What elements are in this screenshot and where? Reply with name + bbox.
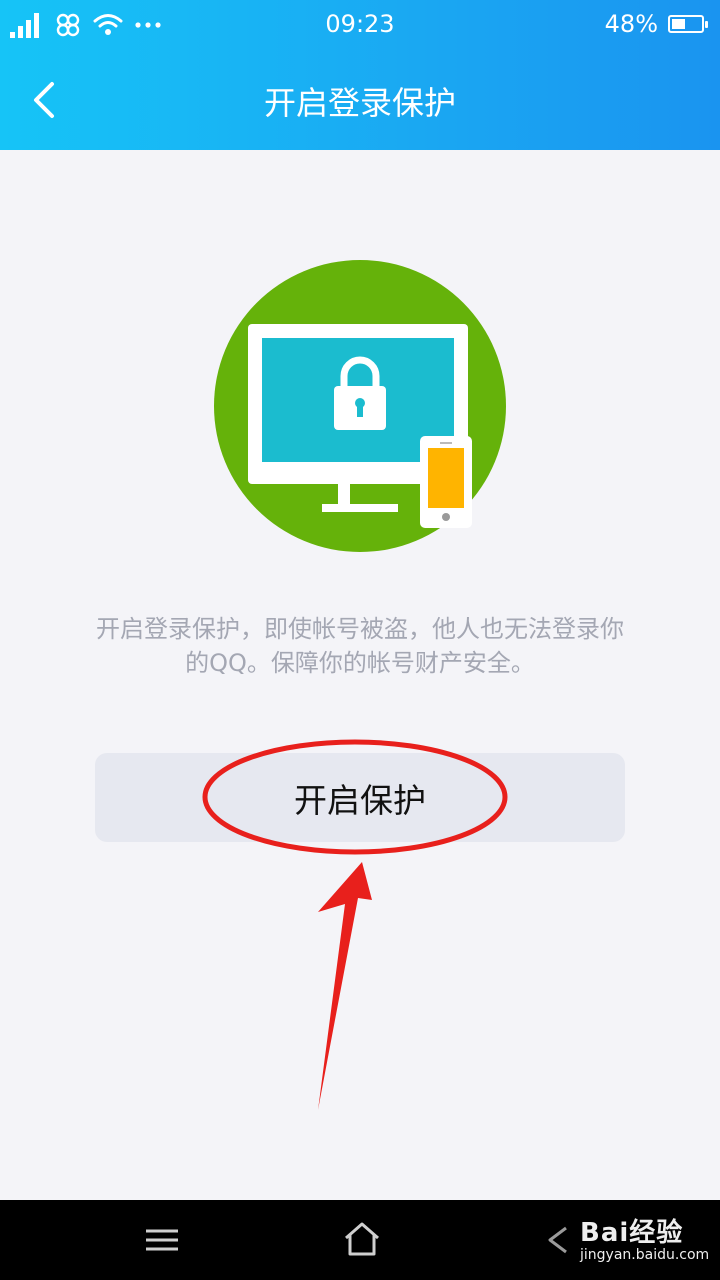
- battery-icon: [668, 15, 708, 33]
- monitor-lock-phone-icon: [214, 260, 506, 552]
- system-nav-bar: Bai经验 jingyan.baidu.com: [0, 1200, 720, 1280]
- nav-bar: 开启登录保护: [0, 50, 720, 150]
- enable-protection-label: 开启保护: [294, 780, 426, 820]
- description-line-2: 的QQ。保障你的帐号财产安全。: [185, 649, 535, 677]
- header: 09:23 48% 开启登录保护: [0, 0, 720, 150]
- description-text: 开启登录保护，即使帐号被盗，他人也无法登录你 的QQ。保障你的帐号财产安全。: [40, 612, 680, 680]
- back-icon[interactable]: [540, 1220, 580, 1260]
- status-icons-right: 48%: [604, 10, 708, 38]
- status-bar: 09:23 48%: [0, 0, 720, 50]
- battery-percent: 48%: [604, 10, 658, 38]
- watermark-brand: Bai经验: [580, 1218, 684, 1248]
- annotation-arrow: [318, 862, 372, 1110]
- enable-protection-button[interactable]: 开启保护: [95, 753, 625, 842]
- watermark-url: jingyan.baidu.com: [580, 1247, 710, 1263]
- phone-icon: [420, 436, 472, 528]
- description-line-1: 开启登录保护，即使帐号被盗，他人也无法登录你: [96, 615, 624, 643]
- baidu-jingyan-watermark: Bai经验 jingyan.baidu.com: [580, 1212, 709, 1263]
- battery-level-fill: [672, 19, 686, 29]
- page-title: 开启登录保护: [263, 84, 456, 122]
- menu-icon[interactable]: [140, 1220, 184, 1260]
- home-icon[interactable]: [340, 1218, 384, 1262]
